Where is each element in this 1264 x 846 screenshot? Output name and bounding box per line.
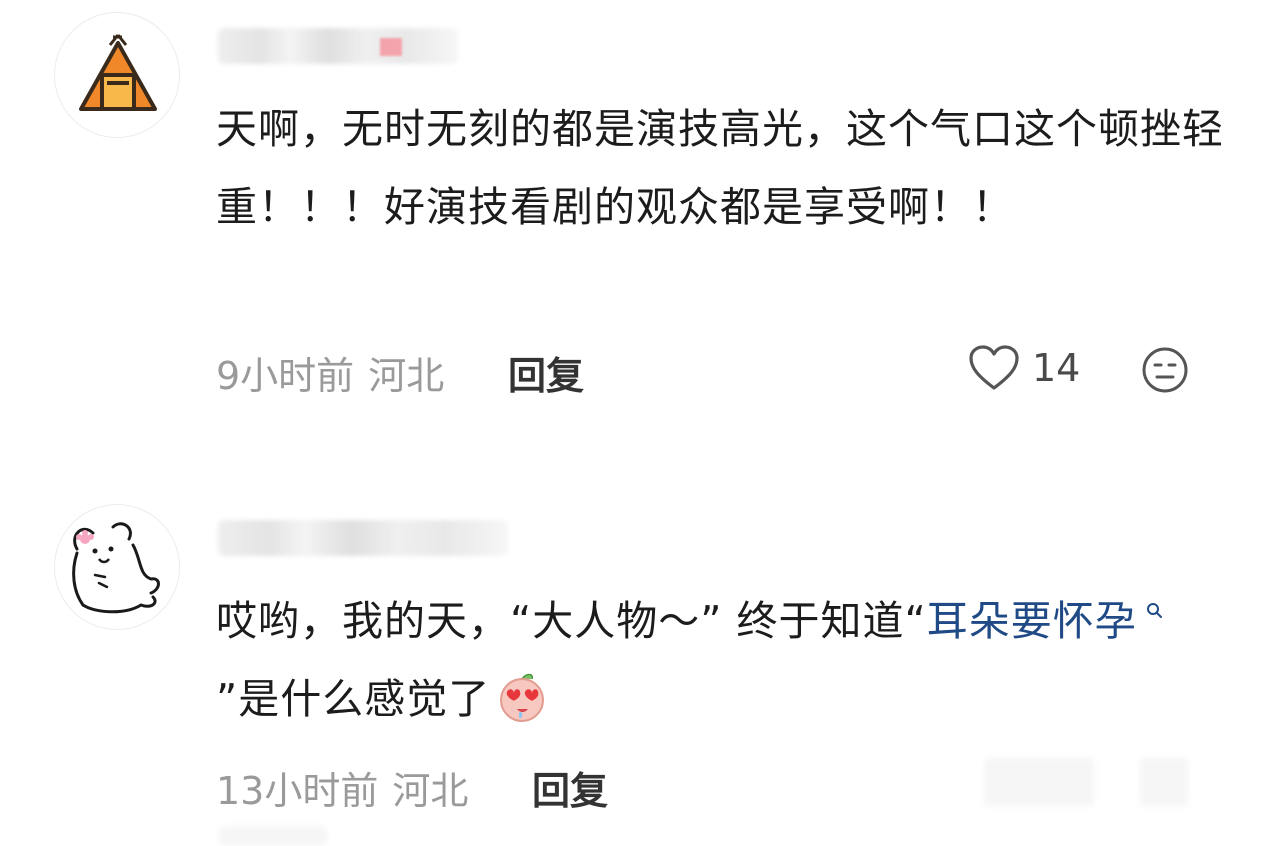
heart-icon: [969, 345, 1019, 390]
tent-icon: [79, 34, 157, 111]
comment-text-after: ”是什么感觉了: [216, 675, 491, 723]
search-link-label: 耳朵要怀孕: [926, 597, 1137, 645]
search-link[interactable]: 耳朵要怀孕: [927, 597, 1169, 645]
comment-text-before: 哎哟，我的天，“大人物～” 终于知道“: [216, 597, 927, 645]
avatar[interactable]: [54, 12, 180, 138]
smiley-face-icon[interactable]: [1141, 346, 1189, 394]
comment-text: 天啊，无时无刻的都是演技高光，这个气口这个顿挫轻重！！！好演技看剧的观众都是享受…: [216, 105, 1224, 231]
comment-location: 河北: [392, 769, 469, 813]
comment-item: 哎哟，我的天，“大人物～” 终于知道“耳朵要怀孕”是什么感觉了 13小时前 河北 …: [0, 420, 1264, 841]
bear-doodle-icon: [72, 522, 160, 614]
react-button-faded[interactable]: [1140, 758, 1188, 806]
next-comment-avatar-edge: [218, 826, 328, 846]
avatar[interactable]: [54, 504, 180, 630]
username-blurred[interactable]: [218, 28, 458, 64]
comment-item: 天啊，无时无刻的都是演技高光，这个气口这个顿挫轻重！！！好演技看剧的观众都是享受…: [0, 0, 1264, 420]
comment-meta: 13小时前 河北: [216, 760, 468, 815]
like-button-faded[interactable]: [984, 758, 1094, 806]
heart-eyes-peach-emoji: [500, 673, 545, 722]
comment-text: 哎哟，我的天，“大人物～” 终于知道“耳朵要怀孕 ”是什么感觉了: [216, 582, 1226, 738]
like-button[interactable]: 14: [968, 344, 1080, 392]
comment-time: 13小时前: [216, 769, 379, 813]
comment-meta: 9小时前 河北: [216, 345, 444, 400]
comment-time: 9小时前: [216, 354, 355, 398]
like-count: 14: [1032, 346, 1081, 390]
comment-location: 河北: [368, 354, 445, 398]
username-blurred[interactable]: [218, 520, 508, 556]
search-icon: [1146, 603, 1162, 618]
reply-button[interactable]: 回复: [532, 760, 608, 815]
username-badge: [380, 38, 402, 56]
reply-button[interactable]: 回复: [508, 345, 584, 400]
